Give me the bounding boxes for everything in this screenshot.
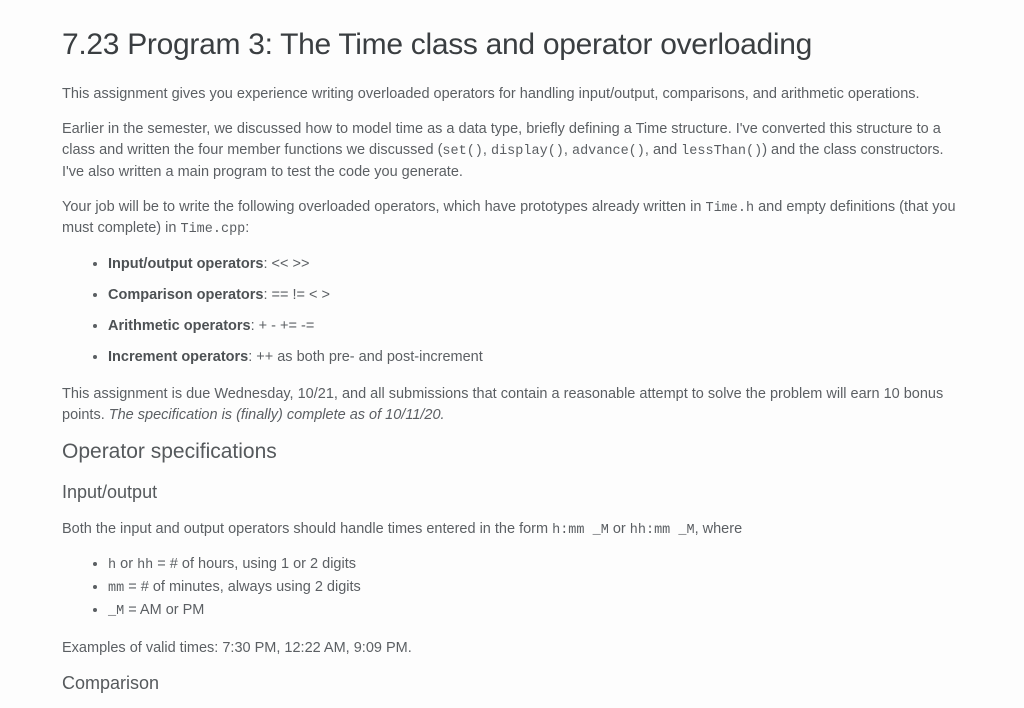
text: , (564, 142, 572, 158)
op-arith-detail: : + - += -= (251, 318, 315, 334)
code-mm: mm (108, 581, 124, 596)
op-io-label: Input/output operators (108, 256, 263, 272)
list-item: h or hh = # of hours, using 1 or 2 digit… (108, 554, 962, 576)
op-arith-label: Arithmetic operators (108, 318, 251, 334)
intro-paragraph: This assignment gives you experience wri… (62, 84, 962, 105)
subsection-input-output: Input/output (62, 482, 962, 503)
due-italic: The specification is (finally) complete … (109, 407, 445, 423)
io-format-list: h or hh = # of hours, using 1 or 2 digit… (62, 554, 962, 622)
code-m: _M (108, 604, 124, 619)
io-intro-paragraph: Both the input and output operators shou… (62, 519, 962, 541)
code-h: h (108, 558, 116, 573)
background-paragraph: Earlier in the semester, we discussed ho… (62, 119, 962, 183)
list-item: Increment operators: ++ as both pre- and… (108, 347, 962, 368)
operators-list: Input/output operators: << >> Comparison… (62, 254, 962, 368)
list-item: Input/output operators: << >> (108, 254, 962, 275)
section-operator-specifications: Operator specifications (62, 440, 962, 464)
op-cmp-detail: : == != < > (264, 287, 331, 303)
text: = # of minutes, always using 2 digits (124, 579, 361, 595)
op-inc-detail: : ++ as both pre- and post-increment (248, 349, 483, 365)
code-lessthan: lessThan() (681, 144, 762, 159)
examples-paragraph: Examples of valid times: 7:30 PM, 12:22 … (62, 638, 962, 659)
code-time-cpp: Time.cpp (180, 222, 245, 237)
text: , and (645, 142, 681, 158)
text: , where (695, 521, 743, 537)
code-set: set() (442, 144, 483, 159)
list-item: Comparison operators: == != < > (108, 285, 962, 306)
text: or (609, 521, 630, 537)
list-item: Arithmetic operators: + - += -= (108, 316, 962, 337)
due-paragraph: This assignment is due Wednesday, 10/21,… (62, 384, 962, 426)
op-cmp-label: Comparison operators (108, 287, 264, 303)
code-hh: hh (137, 558, 153, 573)
text: Both the input and output operators shou… (62, 521, 552, 537)
text: , (483, 142, 491, 158)
op-inc-label: Increment operators (108, 349, 248, 365)
page-title: 7.23 Program 3: The Time class and opera… (62, 28, 962, 62)
task-paragraph: Your job will be to write the following … (62, 197, 962, 240)
op-io-detail: : << >> (263, 256, 309, 272)
subsection-comparison: Comparison (62, 673, 962, 694)
text: = AM or PM (124, 602, 204, 618)
text: Your job will be to write the following … (62, 199, 705, 215)
text: = # of hours, using 1 or 2 digits (153, 556, 356, 572)
document-page: 7.23 Program 3: The Time class and opera… (0, 0, 1024, 708)
list-item: _M = AM or PM (108, 600, 962, 622)
code-hmm: h:mm _M (552, 523, 609, 538)
text: or (116, 556, 137, 572)
code-time-h: Time.h (705, 201, 754, 216)
text: : (245, 220, 249, 236)
code-advance: advance() (572, 144, 645, 159)
code-display: display() (491, 144, 564, 159)
code-hhmm: hh:mm _M (630, 523, 695, 538)
list-item: mm = # of minutes, always using 2 digits (108, 577, 962, 599)
